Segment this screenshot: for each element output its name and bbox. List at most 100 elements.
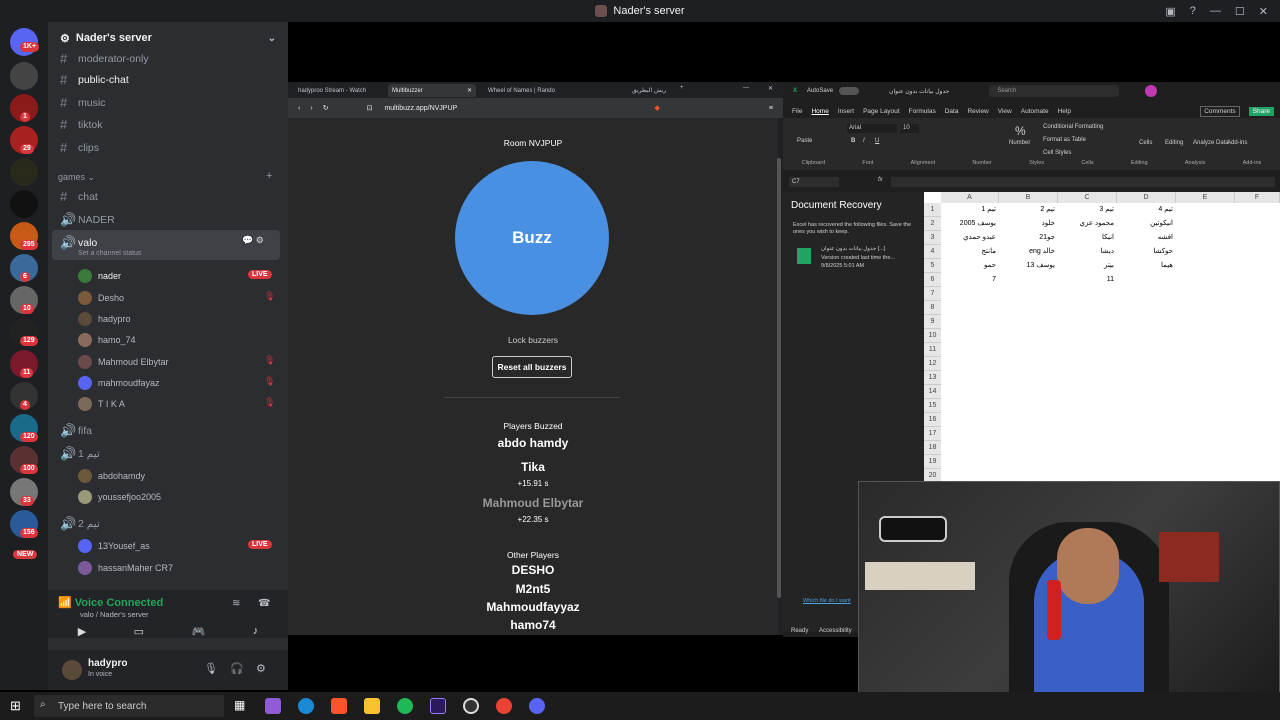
- row-header[interactable]: 7: [924, 287, 941, 301]
- scrollbar[interactable]: [777, 158, 781, 598]
- channel-status[interactable]: Set a channel status: [78, 250, 141, 257]
- channel-valo[interactable]: 🔊 valo: [60, 235, 97, 251]
- voice-user[interactable]: hassanMaher CR7: [78, 561, 173, 575]
- server-icon[interactable]: [10, 190, 38, 218]
- formula-input[interactable]: [891, 177, 1275, 187]
- lock-buzzers-toggle[interactable]: Lock buzzers: [288, 335, 778, 345]
- row-header[interactable]: 3: [924, 231, 941, 245]
- add-ins-button[interactable]: Add-ins: [1227, 140, 1247, 146]
- column-header[interactable]: E: [1176, 192, 1235, 203]
- italic-button[interactable]: I: [863, 138, 865, 144]
- row-header[interactable]: 9: [924, 315, 941, 329]
- file-explorer-icon[interactable]: [364, 698, 380, 714]
- channel-music[interactable]: # music: [60, 95, 105, 110]
- row-header[interactable]: 8: [924, 301, 941, 315]
- spotify-icon[interactable]: [397, 698, 413, 714]
- cells-button[interactable]: Cells: [1139, 140, 1152, 146]
- menu-file[interactable]: File: [792, 108, 802, 115]
- url-field[interactable]: multibuzz.app/NVJPUP: [384, 105, 564, 112]
- cell-d5[interactable]: هيما: [1117, 259, 1176, 273]
- channel-team1[interactable]: 🔊 تيم 1: [60, 446, 100, 462]
- column-header[interactable]: A: [941, 192, 999, 203]
- help-link[interactable]: Which file do I want: [803, 598, 851, 604]
- voice-user[interactable]: hamo_74: [78, 333, 136, 347]
- row-header[interactable]: 13: [924, 371, 941, 385]
- cell-b4[interactable]: eng خالد: [999, 245, 1058, 259]
- noise-suppression-icon[interactable]: ≋: [232, 598, 240, 609]
- row-header[interactable]: 1: [924, 203, 941, 217]
- tab-wheel-of-names[interactable]: Wheel of Names | Rando: [484, 84, 576, 97]
- column-header[interactable]: F: [1235, 192, 1280, 203]
- cell-styles-button[interactable]: Cell Styles: [1043, 150, 1071, 156]
- edge-icon[interactable]: [298, 698, 314, 714]
- tab-stream[interactable]: hadyproo Stream - Watch: [294, 84, 384, 97]
- conditional-formatting-button[interactable]: Conditional Formatting: [1043, 124, 1103, 130]
- disconnect-icon[interactable]: ☎: [258, 598, 270, 609]
- row-header[interactable]: 4: [924, 245, 941, 259]
- premiere-icon[interactable]: [430, 698, 446, 714]
- row-header[interactable]: 15: [924, 399, 941, 413]
- server-icon[interactable]: [10, 158, 38, 186]
- menu-data[interactable]: Data: [945, 108, 959, 115]
- autosave-toggle[interactable]: [839, 87, 860, 95]
- avatar[interactable]: [62, 660, 82, 680]
- column-header[interactable]: B: [999, 192, 1058, 203]
- tab-multibuzzer[interactable]: Multibuzzer ✕: [388, 84, 476, 97]
- buzz-button[interactable]: Buzz: [455, 161, 609, 315]
- discord-icon[interactable]: [529, 698, 545, 714]
- function-icon[interactable]: fx: [878, 177, 883, 183]
- cell-a1[interactable]: تيم 1: [941, 203, 999, 217]
- cell-d3[interactable]: افشه: [1117, 231, 1176, 245]
- file-name[interactable]: جدول بيانات بدون عنوان: [889, 88, 949, 95]
- cell-c4[interactable]: ديشا: [1058, 245, 1117, 259]
- row-header[interactable]: 19: [924, 455, 941, 469]
- close-icon[interactable]: ✕: [1259, 5, 1268, 18]
- voice-user[interactable]: youssefjoo2005: [78, 490, 161, 504]
- row-header[interactable]: 17: [924, 427, 941, 441]
- paste-button[interactable]: Paste: [797, 138, 812, 144]
- channel-public-chat[interactable]: # public-chat: [60, 72, 129, 87]
- forward-icon[interactable]: ›: [310, 105, 312, 112]
- minimize-icon[interactable]: —: [743, 85, 749, 91]
- menu-help[interactable]: Help: [1058, 108, 1071, 115]
- soundboard-icon[interactable]: ♪: [253, 625, 259, 637]
- copilot-icon[interactable]: [265, 698, 281, 714]
- cell-a5[interactable]: حمو: [941, 259, 999, 273]
- number-format[interactable]: Number: [1009, 140, 1030, 146]
- cell-c6[interactable]: 11: [1058, 273, 1117, 287]
- voice-user[interactable]: mahmoudfayaz: [78, 376, 160, 390]
- settings-icon[interactable]: ⚙: [256, 662, 266, 675]
- voice-channel-info[interactable]: valo / Nader's server: [80, 610, 149, 619]
- row-header[interactable]: 12: [924, 357, 941, 371]
- chrome-icon[interactable]: [496, 698, 512, 714]
- row-header[interactable]: 16: [924, 413, 941, 427]
- category-games[interactable]: games ⌄: [58, 172, 95, 183]
- column-header[interactable]: C: [1058, 192, 1117, 203]
- voice-user[interactable]: nader: [78, 269, 121, 283]
- channel-nader[interactable]: 🔊 NADER: [60, 212, 115, 228]
- activity-icon[interactable]: 🎮: [192, 625, 206, 638]
- cell-b2[interactable]: خلود: [999, 217, 1058, 231]
- new-tab-icon[interactable]: +: [680, 85, 684, 91]
- row-header[interactable]: 11: [924, 343, 941, 357]
- cell-a4[interactable]: مانتج: [941, 245, 999, 259]
- minimize-icon[interactable]: —: [1210, 5, 1221, 17]
- menu-formulas[interactable]: Formulas: [909, 108, 936, 115]
- microphone-icon[interactable]: 🎙: [204, 662, 218, 675]
- bookmark-icon[interactable]: ⊡: [367, 104, 373, 112]
- font-size-select[interactable]: 10: [901, 124, 919, 133]
- voice-user[interactable]: 13Yousef_as: [78, 539, 150, 553]
- channel-team2[interactable]: 🔊 تيم 2: [60, 516, 100, 532]
- row-header[interactable]: 10: [924, 329, 941, 343]
- recovery-file[interactable]: جدول بيانات بدون عنوان [...]: [821, 246, 921, 252]
- channel-actions[interactable]: 💬 ⚙: [242, 235, 264, 246]
- reload-icon[interactable]: ↻: [323, 104, 329, 112]
- channel-chat[interactable]: # chat: [60, 189, 98, 204]
- row-header[interactable]: 6: [924, 273, 941, 287]
- name-box[interactable]: C7: [789, 177, 839, 187]
- menu-icon[interactable]: ≡: [769, 105, 773, 112]
- cell-a6[interactable]: 7: [941, 273, 999, 287]
- avatar[interactable]: [1145, 85, 1158, 97]
- tab-arabic[interactable]: ريش البطريق: [628, 84, 688, 97]
- format-as-table-button[interactable]: Format as Table: [1043, 137, 1086, 143]
